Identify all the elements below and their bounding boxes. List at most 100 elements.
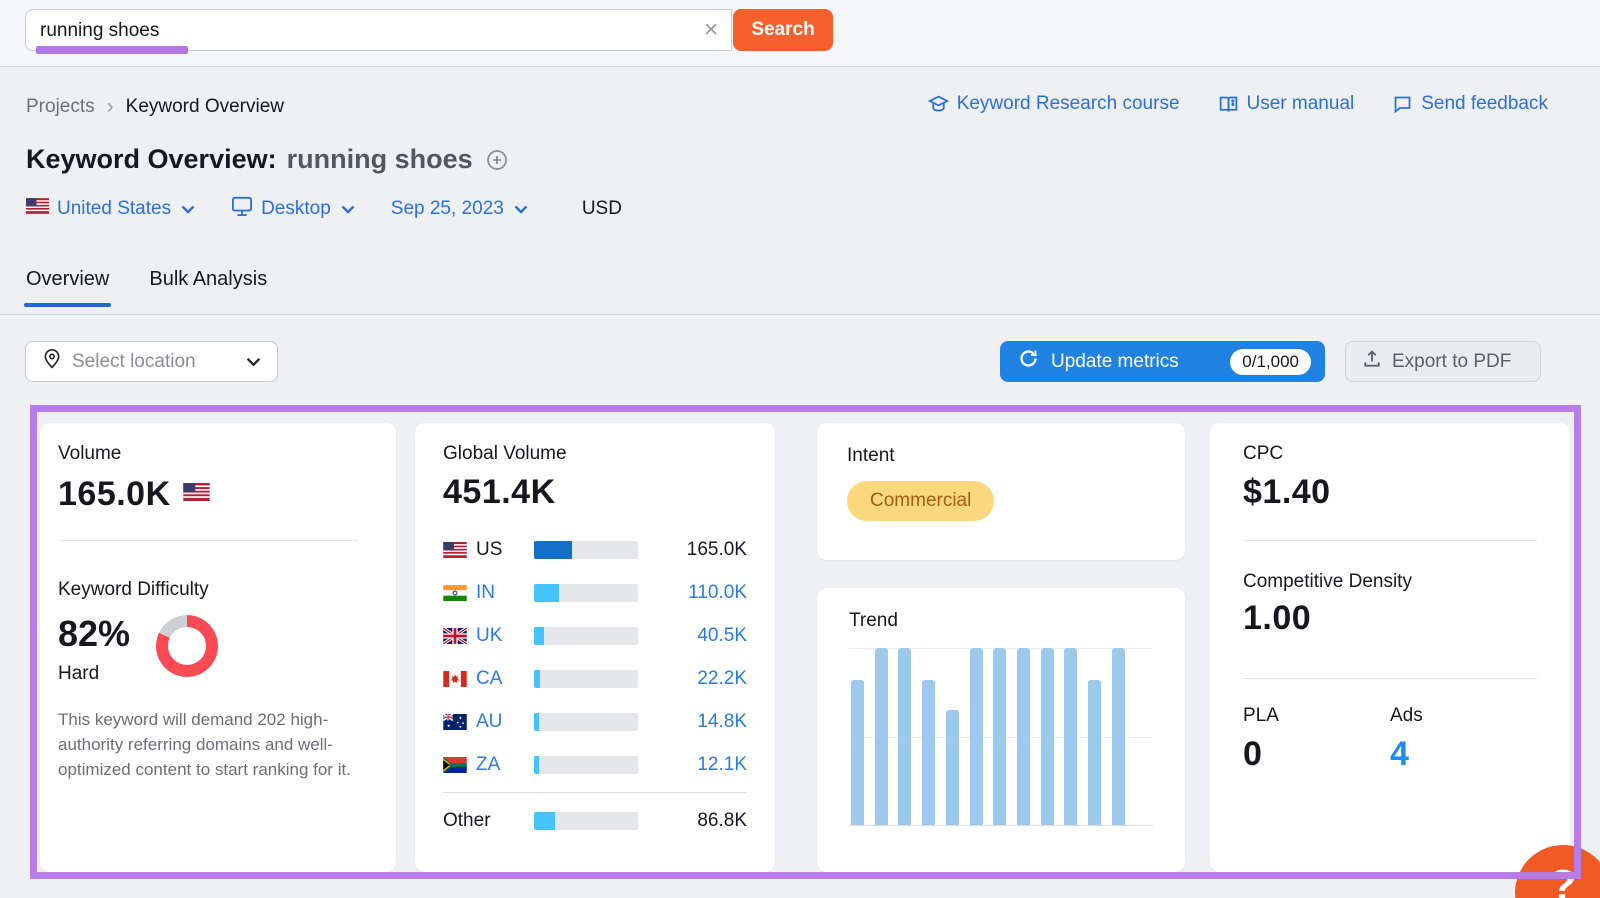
header-links: Keyword Research course User manual Send… bbox=[928, 93, 1548, 115]
monitor-icon bbox=[231, 196, 253, 222]
refresh-icon bbox=[1018, 348, 1039, 375]
tab-overview[interactable]: Overview bbox=[26, 268, 109, 307]
pla-label: PLA bbox=[1243, 705, 1390, 727]
location-dropdown[interactable]: United States bbox=[26, 198, 195, 220]
country-volume-link[interactable]: 12.1K bbox=[697, 754, 747, 776]
us-flag-icon bbox=[26, 198, 49, 220]
country-code-link[interactable]: ZA bbox=[476, 754, 534, 776]
country-code: US bbox=[476, 539, 534, 561]
difficulty-description: This keyword will demand 202 high-author… bbox=[58, 707, 360, 782]
search-query-text: running shoes bbox=[40, 20, 159, 42]
send-feedback-link[interactable]: Send feedback bbox=[1392, 93, 1548, 115]
trend-bar bbox=[875, 648, 888, 825]
trend-bar bbox=[1112, 648, 1125, 825]
user-manual-link[interactable]: User manual bbox=[1218, 93, 1355, 115]
tabs-divider bbox=[0, 314, 1600, 315]
trend-bar bbox=[1041, 648, 1054, 825]
keyword-research-course-link[interactable]: Keyword Research course bbox=[928, 93, 1180, 115]
country-row-au: AU 14.8K bbox=[443, 700, 747, 743]
ads-value: 4 bbox=[1390, 735, 1537, 774]
card-divider bbox=[443, 792, 747, 793]
breadcrumb-keyword-overview: Keyword Overview bbox=[126, 96, 284, 118]
country-row-ca: CA 22.2K bbox=[443, 657, 747, 700]
country-code-link[interactable]: IN bbox=[476, 582, 534, 604]
tab-bulk-analysis[interactable]: Bulk Analysis bbox=[149, 268, 267, 307]
difficulty-donut-chart bbox=[156, 615, 218, 677]
cpc-value: $1.40 bbox=[1243, 473, 1537, 512]
update-metrics-button[interactable]: Update metrics 0/1,000 bbox=[1000, 341, 1325, 382]
country-volume-link[interactable]: 22.2K bbox=[697, 668, 747, 690]
volume-bar bbox=[534, 627, 638, 645]
country-volume-link[interactable]: 40.5K bbox=[697, 625, 747, 647]
country-row-in: IN 110.0K bbox=[443, 571, 747, 614]
country-volume-link[interactable]: 14.8K bbox=[697, 711, 747, 733]
select-location-dropdown[interactable]: Select location bbox=[25, 341, 278, 382]
trend-bar bbox=[946, 710, 959, 825]
chevron-down-icon bbox=[246, 351, 261, 373]
volume-bar bbox=[534, 812, 638, 830]
card-divider bbox=[1243, 678, 1537, 679]
graduation-cap-icon bbox=[928, 94, 949, 115]
trend-bar bbox=[1064, 648, 1077, 825]
australia-flag-icon bbox=[443, 714, 467, 730]
question-mark-icon: ? bbox=[1550, 861, 1577, 898]
volume-value: 165.0K bbox=[58, 475, 171, 514]
country-row-us: US 165.0K bbox=[443, 528, 747, 571]
india-flag-icon bbox=[443, 585, 467, 601]
currency-label: USD bbox=[582, 198, 622, 220]
search-button[interactable]: Search bbox=[733, 9, 833, 51]
quota-badge: 0/1,000 bbox=[1230, 349, 1311, 375]
chart-baseline bbox=[849, 825, 1153, 826]
device-dropdown[interactable]: Desktop bbox=[231, 196, 355, 222]
trend-bar bbox=[970, 648, 983, 825]
canada-flag-icon bbox=[443, 671, 467, 687]
global-volume-label: Global Volume bbox=[443, 443, 747, 465]
trend-label: Trend bbox=[849, 610, 1153, 632]
trend-bar bbox=[922, 680, 935, 825]
breadcrumb-separator-icon: › bbox=[107, 95, 114, 119]
south-africa-flag-icon bbox=[443, 757, 467, 773]
card-divider bbox=[60, 540, 358, 541]
competitive-density-value: 1.00 bbox=[1243, 599, 1537, 638]
country-volume-link[interactable]: 110.0K bbox=[688, 582, 747, 604]
export-to-pdf-button[interactable]: Export to PDF bbox=[1345, 341, 1541, 382]
search-input[interactable]: running shoes ✕ bbox=[25, 9, 732, 51]
volume-difficulty-card: Volume 165.0K Keyword Difficulty 82% Har… bbox=[40, 423, 396, 872]
top-search-bar: running shoes ✕ Search bbox=[0, 0, 1600, 67]
trend-bar bbox=[1088, 680, 1101, 825]
global-volume-card: Global Volume 451.4K US 165.0K IN 110.0K… bbox=[415, 423, 775, 872]
volume-bar bbox=[534, 670, 638, 688]
volume-label: Volume bbox=[58, 443, 378, 465]
country-code-link[interactable]: UK bbox=[476, 625, 534, 647]
trend-bar bbox=[993, 648, 1006, 825]
volume-bar bbox=[534, 584, 638, 602]
country-code-link[interactable]: CA bbox=[476, 668, 534, 690]
country-volume-list: US 165.0K IN 110.0K UK 40.5K CA 22.2K AU bbox=[443, 528, 747, 842]
chevron-down-icon bbox=[341, 198, 355, 220]
chevron-down-icon bbox=[181, 198, 195, 220]
competitive-density-label: Competitive Density bbox=[1243, 571, 1537, 593]
country-volume-value: 165.0K bbox=[687, 539, 747, 561]
volume-bar bbox=[534, 713, 638, 731]
trend-bar bbox=[898, 648, 911, 825]
country-row-uk: UK 40.5K bbox=[443, 614, 747, 657]
difficulty-percent: 82% bbox=[58, 613, 130, 655]
trend-bar-chart bbox=[849, 648, 1153, 826]
trend-card: Trend bbox=[817, 588, 1185, 872]
clear-search-icon[interactable]: ✕ bbox=[703, 19, 719, 42]
card-divider bbox=[1243, 540, 1537, 541]
search-highlight-annotation bbox=[36, 46, 188, 54]
country-row-za: ZA 12.1K bbox=[443, 743, 747, 786]
add-keyword-icon[interactable] bbox=[485, 148, 509, 172]
ads-label: Ads bbox=[1390, 705, 1537, 727]
breadcrumb-projects[interactable]: Projects bbox=[26, 96, 95, 118]
chat-bubble-icon bbox=[1392, 94, 1413, 115]
breadcrumb: Projects › Keyword Overview bbox=[26, 95, 284, 119]
intent-badge[interactable]: Commercial bbox=[847, 481, 994, 521]
country-code-link[interactable]: AU bbox=[476, 711, 534, 733]
us-flag-icon bbox=[443, 542, 467, 558]
filters-row: United States Desktop Sep 25, 2023 USD bbox=[26, 196, 622, 222]
page-title: Keyword Overview: running shoes bbox=[26, 144, 509, 175]
uk-flag-icon bbox=[443, 628, 467, 644]
date-dropdown[interactable]: Sep 25, 2023 bbox=[391, 198, 528, 220]
